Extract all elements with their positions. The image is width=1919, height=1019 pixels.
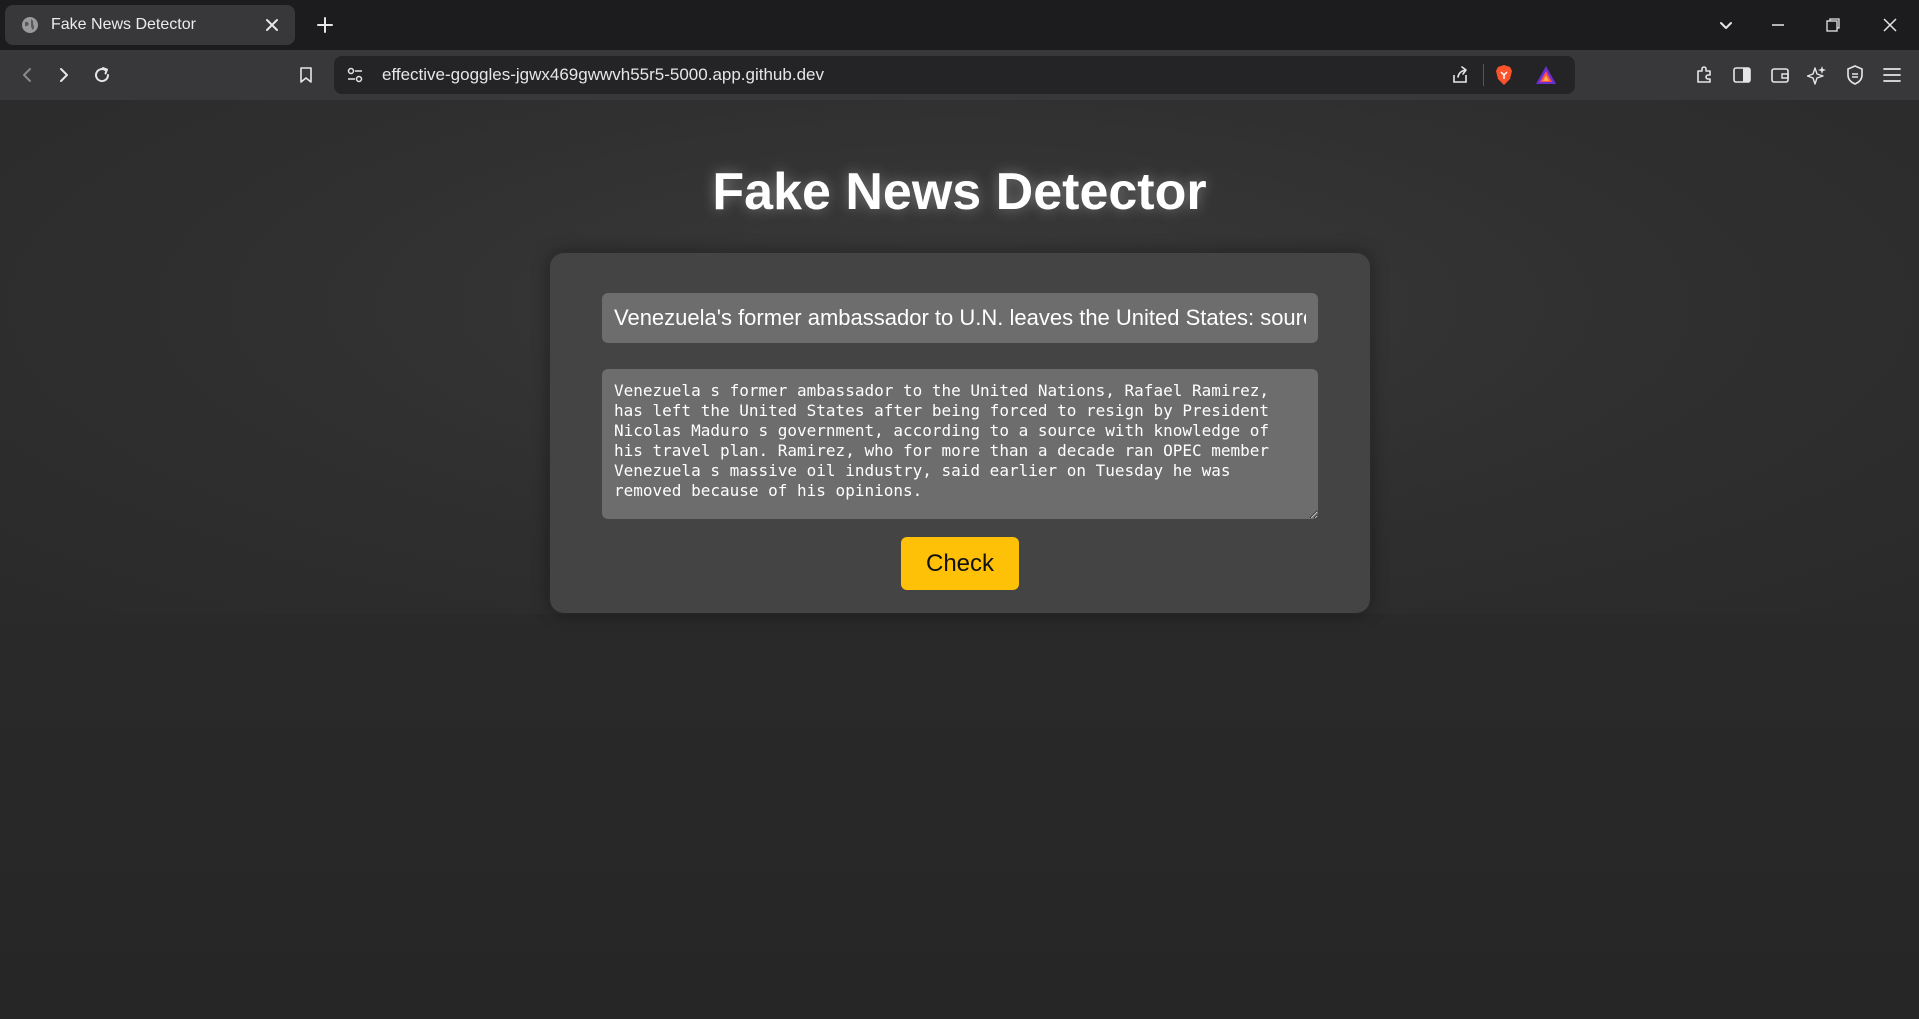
forward-arrow-icon[interactable] <box>51 62 77 88</box>
divider <box>1483 64 1484 86</box>
brave-shields-icon[interactable] <box>1494 64 1514 91</box>
address-bar[interactable]: effective-goggles-jgwx469gwwvh55r5-5000.… <box>334 56 1575 94</box>
globe-icon <box>21 16 39 34</box>
reload-icon[interactable] <box>89 62 115 88</box>
brave-rewards-icon[interactable] <box>1535 65 1557 90</box>
tab-strip: Fake News Detector <box>0 0 1919 50</box>
share-icon[interactable] <box>1450 65 1470 90</box>
headline-input[interactable] <box>602 293 1318 343</box>
page-viewport: Fake News Detector Venezuela s former am… <box>0 100 1919 1019</box>
url-text: effective-goggles-jgwx469gwwvh55r5-5000.… <box>382 65 824 84</box>
menu-hamburger-icon[interactable] <box>1879 62 1905 88</box>
tab-title: Fake News Detector <box>51 16 196 33</box>
wallet-icon[interactable] <box>1767 62 1793 88</box>
page-title: Fake News Detector <box>712 163 1207 221</box>
close-tab-icon[interactable] <box>261 14 283 36</box>
sidebar-toggle-icon[interactable] <box>1729 62 1755 88</box>
back-arrow-icon[interactable] <box>14 62 40 88</box>
detector-form-card: Venezuela s former ambassador to the Uni… <box>550 253 1370 613</box>
vpn-shield-icon[interactable] <box>1842 62 1868 88</box>
browser-toolbar: effective-goggles-jgwx469gwwvh55r5-5000.… <box>0 50 1919 100</box>
bookmark-icon[interactable] <box>293 62 319 88</box>
tab-fake-news-detector[interactable]: Fake News Detector <box>5 5 295 45</box>
browser-window: Fake News Detector effective-goggles-jgw… <box>0 0 1919 1019</box>
check-button[interactable]: Check <box>901 537 1019 590</box>
article-text-area[interactable]: Venezuela s former ambassador to the Uni… <box>602 369 1318 519</box>
minimize-window-icon[interactable] <box>1765 12 1791 38</box>
leo-ai-sparkle-icon[interactable] <box>1804 62 1830 88</box>
new-tab-button[interactable] <box>313 13 337 37</box>
restore-window-icon[interactable] <box>1820 12 1846 38</box>
tab-list-chevron-down-icon[interactable] <box>1713 12 1739 38</box>
close-window-icon[interactable] <box>1877 12 1903 38</box>
extensions-puzzle-icon[interactable] <box>1691 62 1717 88</box>
site-settings-icon[interactable] <box>346 66 364 89</box>
